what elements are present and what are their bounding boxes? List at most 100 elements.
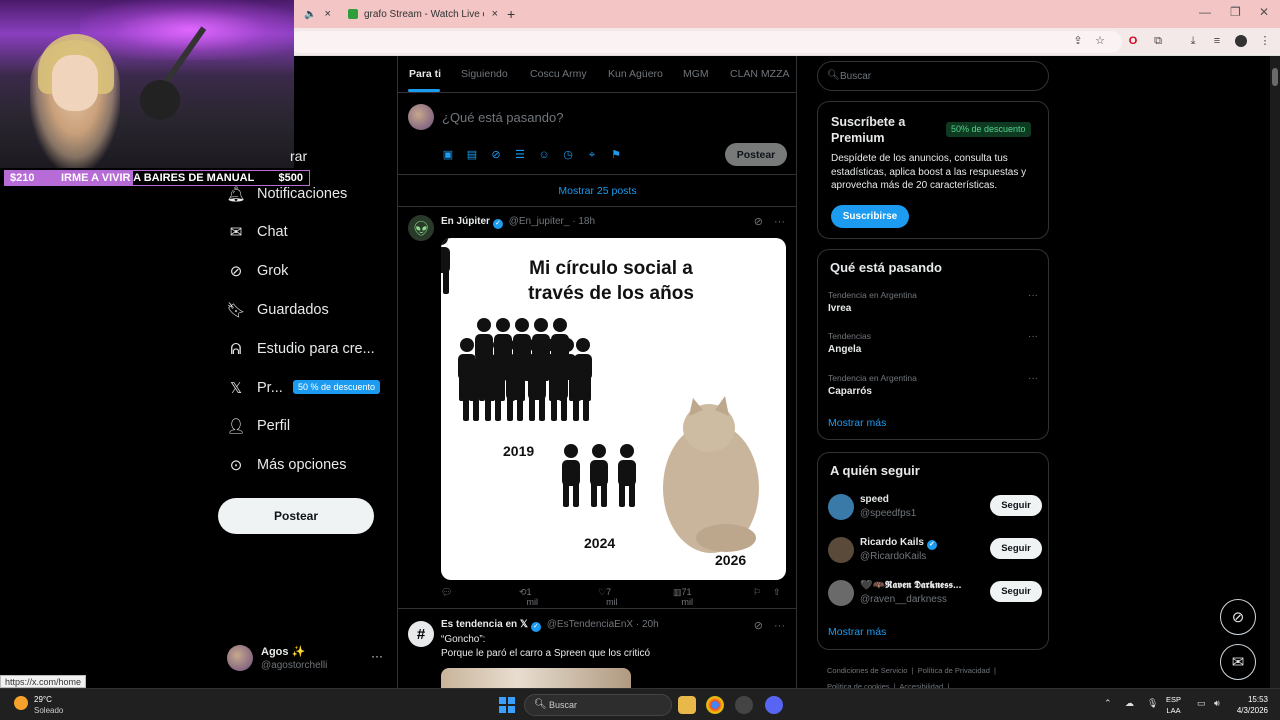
follow-button[interactable]: Seguir <box>990 538 1042 559</box>
trend-item[interactable]: Tendencias Angela ··· <box>828 331 1038 361</box>
post-time[interactable]: · 18h <box>572 216 595 227</box>
volume-icon[interactable]: 🔊︎ <box>1214 698 1220 709</box>
views-button[interactable]: ▥ 71 mil <box>673 587 693 607</box>
show-new-posts-button[interactable]: Mostrar 25 posts <box>398 175 797 207</box>
opera-icon[interactable]: O <box>1127 35 1139 47</box>
flag-icon[interactable]: ⚑ <box>610 149 622 161</box>
footer-link[interactable]: Política de Privacidad <box>918 666 990 675</box>
download-icon[interactable]: ⤓ <box>1187 35 1199 47</box>
post-button[interactable]: Postear <box>218 498 374 534</box>
post-author-handle[interactable]: @EsTendenciaEnX <box>547 619 633 630</box>
post-author-handle[interactable]: @En_jupiter_ <box>509 216 570 227</box>
follow-suggestion[interactable]: Ricardo Kails ✓ @RicardoKails Seguir <box>828 536 1042 566</box>
trend-item[interactable]: Tendencia en Argentina Ivrea ··· <box>828 290 1038 320</box>
post-en-jupiter[interactable]: 👽︎ En Júpiter ✓ @En_jupiter_ · 18h ⊘ ··· … <box>398 207 797 609</box>
scrollbar-thumb[interactable] <box>1272 68 1278 86</box>
emoji-icon[interactable]: ☺ <box>538 149 550 161</box>
browser-tab-1[interactable]: 🔈 × <box>294 4 334 24</box>
subscribe-button[interactable]: Suscribirse <box>831 205 909 228</box>
display-icon[interactable]: ▭ <box>1197 698 1206 709</box>
file-explorer-icon[interactable] <box>678 696 696 714</box>
gif-icon[interactable]: ▤ <box>466 149 478 161</box>
sidebar-item-notifications[interactable]: 🔔︎ Notificaciones <box>226 182 347 206</box>
obs-icon[interactable] <box>735 696 753 714</box>
microphone-icon[interactable]: 🎙︎ <box>1147 698 1158 709</box>
grok-icon[interactable]: ⊘ <box>754 620 763 632</box>
sidebar-partial-item[interactable]: rar <box>290 148 307 164</box>
poll-icon[interactable]: ☰ <box>514 149 526 161</box>
browser-menu-icon[interactable]: ⋮ <box>1259 35 1271 47</box>
tray-chevron-icon[interactable]: ⌃ <box>1104 698 1112 709</box>
minimize-icon[interactable]: — <box>1199 5 1211 19</box>
trend-more-icon[interactable]: ··· <box>1028 373 1038 384</box>
follow-button[interactable]: Seguir <box>990 581 1042 602</box>
language-indicator[interactable]: ESP LAA <box>1166 694 1181 716</box>
schedule-icon[interactable]: ◷ <box>562 149 574 161</box>
sidebar-item-grok[interactable]: ⊘ Grok <box>228 259 289 283</box>
taskbar-search[interactable]: 🔍︎ Buscar <box>524 694 672 716</box>
avatar[interactable] <box>828 580 854 606</box>
post-media-thumbnail[interactable] <box>441 668 631 688</box>
more-icon[interactable]: ··· <box>774 620 785 632</box>
trend-more-icon[interactable]: ··· <box>1028 290 1038 301</box>
tab-para-ti[interactable]: Para ti <box>409 68 441 80</box>
image-icon[interactable]: ▣ <box>442 149 454 161</box>
bookmark-star-icon[interactable]: ☆ <box>1094 35 1106 47</box>
grok-icon[interactable]: ⊘ <box>754 216 763 228</box>
composer-post-button[interactable]: Postear <box>725 143 787 166</box>
post-es-tendencia[interactable]: # Es tendencia en 𝕏 ✓ @EsTendenciaEnX · 2… <box>398 609 797 688</box>
sidebar-item-studio[interactable]: ᕱ Estudio para cre... <box>228 337 374 361</box>
sidebar-item-premium[interactable]: 𝕏 Pr... <box>228 376 283 400</box>
tab-coscu-army[interactable]: Coscu Army <box>530 68 587 80</box>
follow-show-more[interactable]: Mostrar más <box>828 626 886 638</box>
post-time[interactable]: · 20h <box>636 619 659 630</box>
follow-suggestion[interactable]: speed @speedfps1 Seguir <box>828 493 1042 523</box>
reply-icon[interactable]: 💬︎ <box>441 587 452 598</box>
location-icon[interactable]: ⌖ <box>586 149 598 161</box>
repost-button[interactable]: ⟲ 1 mil <box>519 587 538 607</box>
trend-item[interactable]: Tendencia en Argentina Caparrós ··· <box>828 373 1038 403</box>
trend-more-icon[interactable]: ··· <box>1028 331 1038 342</box>
page-scrollbar[interactable] <box>1270 56 1280 688</box>
search-box[interactable]: 🔍︎ <box>817 61 1049 91</box>
windows-start-icon[interactable] <box>499 697 515 713</box>
grok-icon[interactable]: ⊘ <box>490 149 502 161</box>
chrome-icon[interactable] <box>706 696 724 714</box>
share-icon[interactable]: ⇧ <box>773 587 781 598</box>
footer-link[interactable]: Condiciones de Servicio <box>827 666 907 675</box>
messages-fab-icon[interactable]: ✉ <box>1220 644 1256 680</box>
browser-tab-kick[interactable]: grafo Stream - Watch Live on K × <box>348 4 498 24</box>
window-close-icon[interactable]: ✕ <box>1259 5 1269 19</box>
bookmark-icon[interactable]: ⚐ <box>753 587 761 598</box>
mute-icon[interactable]: 🔈 <box>304 9 316 20</box>
post-author-name[interactable]: En Júpiter <box>441 216 490 227</box>
tab-kun-aguero[interactable]: Kun Agüero <box>608 68 663 80</box>
sidebar-item-profile[interactable]: 👤︎ Perfil <box>226 414 290 438</box>
tab-close-icon[interactable]: × <box>324 8 330 20</box>
avatar[interactable] <box>828 494 854 520</box>
new-tab-button[interactable]: + <box>507 6 515 22</box>
follow-button[interactable]: Seguir <box>990 495 1042 516</box>
account-switcher[interactable]: Agos ✨ @agostorchelli ··· <box>227 643 387 675</box>
install-app-icon[interactable]: ⇪ <box>1072 35 1084 47</box>
url-field[interactable] <box>290 31 1122 53</box>
more-icon[interactable]: ··· <box>774 216 785 228</box>
tab-siguiendo[interactable]: Siguiendo <box>461 68 508 80</box>
tab-close-icon[interactable]: × <box>492 8 498 20</box>
hashtag-avatar-icon[interactable]: # <box>408 621 434 647</box>
alien-avatar-icon[interactable]: 👽︎ <box>408 215 434 241</box>
extensions-icon[interactable]: ⧉ <box>1152 35 1164 47</box>
maximize-icon[interactable]: ❐ <box>1230 5 1241 19</box>
search-input[interactable] <box>840 69 1040 83</box>
avatar[interactable] <box>828 537 854 563</box>
composer-input[interactable]: ¿Qué está pasando? <box>442 110 563 125</box>
tab-mgm[interactable]: MGM <box>683 68 709 80</box>
network-icon[interactable]: ☁ <box>1125 698 1134 709</box>
like-button[interactable]: ♡ 7 mil <box>598 587 618 607</box>
profile-avatar-icon[interactable] <box>1235 35 1247 47</box>
system-clock[interactable]: 15:53 4/3/2026 <box>1228 694 1268 716</box>
media-queue-icon[interactable]: ≡ <box>1211 35 1223 47</box>
account-more-icon[interactable]: ··· <box>371 649 383 663</box>
sidebar-item-chat[interactable]: ✉ Chat <box>228 220 288 244</box>
grok-fab-icon[interactable]: ⊘ <box>1220 599 1256 635</box>
